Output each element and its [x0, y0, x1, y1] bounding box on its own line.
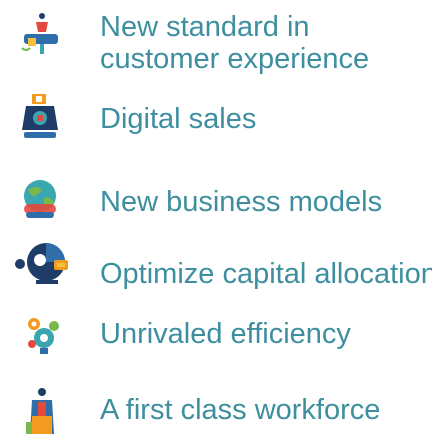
digital-sales-icon [10, 90, 70, 140]
list-item-efficiency: Unrivaled efficiency [0, 310, 432, 370]
customer-experience-icon [10, 8, 70, 58]
business-models-icon [10, 174, 70, 224]
list-item-label: Optimize capital allocation [100, 258, 432, 290]
workforce-icon [10, 386, 70, 436]
list-item-customer-experience: New standard in customer experience [0, 0, 432, 80]
list-item-label: New standard in customer experience [100, 11, 370, 75]
list-item-label: A first class workforce [100, 394, 381, 426]
list-item-label: Unrivaled efficiency [100, 318, 351, 350]
capital-allocation-icon [10, 238, 70, 288]
list-item-capital-allocation: Optimize capital allocation [0, 238, 432, 308]
list-item-digital-sales: Digital sales [0, 90, 432, 160]
efficiency-gears-icon [10, 314, 70, 364]
list-item-workforce: A first class workforce [0, 380, 432, 434]
list-item-label: Digital sales [100, 103, 257, 135]
list-item-label: New business models [100, 186, 383, 218]
list-item-business-models: New business models [0, 168, 432, 238]
